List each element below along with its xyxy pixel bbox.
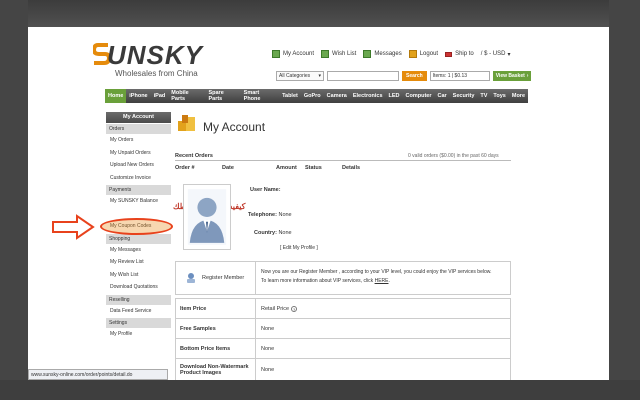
nav-item-tablet[interactable]: Tablet [279,89,301,103]
sidebar-item-my-sunsky-balance[interactable]: My SUNSKY Balance [106,195,171,208]
sunsky-logo[interactable]: UNSKY Wholesales from China [93,40,203,80]
chevron-down-icon: ▾ [507,51,511,58]
account-icon [272,50,280,58]
sidebar-item-my-unpaid-orders[interactable]: My Unpaid Orders [106,147,171,160]
col-details: Details [342,165,361,171]
sidebar-item-my-orders[interactable]: My Orders [106,134,171,147]
nav-item-computer[interactable]: Computer [403,89,435,103]
my-account-link[interactable]: My Account [272,50,314,58]
logout-link[interactable]: Logout [408,50,438,58]
wish-list-icon [321,50,330,58]
register-member-box: Register Member Now you are our Register… [175,261,511,295]
highlight-oval [100,218,173,235]
messages-icon [363,50,372,58]
desktop-frame-left [0,0,28,400]
sidebar-item-my-review-list[interactable]: My Review List [106,256,171,269]
sidebar-section-reselling: Reselling [106,293,171,305]
nav-item-car[interactable]: Car [435,89,450,103]
register-member-cell: Register Member [176,262,256,294]
flag-icon [445,51,453,57]
category-select[interactable]: All Categories ▾ [276,70,324,81]
recent-orders-heading: Recent Orders [175,153,213,159]
country-label: Country: [254,230,277,236]
vip-services-table: Item Price Retail Price? Free Samples No… [175,298,511,380]
wish-list-link[interactable]: Wish List [321,50,356,58]
table-row: Bottom Price Items None [176,339,510,359]
orders-count: 0 valid orders ($0.00) in the past 60 da… [408,153,499,159]
nav-item-security[interactable]: Security [450,89,478,103]
user-name-label: User Name: [250,187,281,193]
vip-info-link[interactable]: HERE [375,278,389,284]
logout-icon [408,50,417,58]
nav-item-ipad[interactable]: iPad [151,89,169,103]
sidebar-item-download-quotations[interactable]: Download Quotations [106,281,171,294]
col-date: Date [222,165,234,171]
desktop-frame-bottom [0,380,640,400]
nav-item-smart-phone[interactable]: Smart Phone [241,89,279,103]
browser-status-bar: www.sunsky-online.com/order/points/detai… [28,369,168,380]
search-button[interactable]: Search [402,70,427,81]
col-order: Order # [175,165,195,171]
sidebar-item-my-messages[interactable]: My Messages [106,244,171,257]
avatar[interactable] [183,184,231,250]
sidebar-item-my-profile[interactable]: My Profile [106,328,171,341]
orders-table-header: Order # Date Amount Status Details [175,165,511,174]
ship-to-selector[interactable]: Ship to [445,51,474,57]
currency-selector[interactable]: / $ - USD ▾ [481,51,511,58]
chevron-down-icon: ▾ [318,72,321,79]
browser-page: UNSKY Wholesales from China My Account W… [28,27,609,380]
nav-item-gopro[interactable]: GoPro [301,89,324,103]
account-box-icon [178,115,195,131]
view-basket-button[interactable]: View Basket › [492,70,532,81]
page-title: My Account [203,120,266,134]
chevron-right-icon: › [526,72,529,79]
nav-item-toys[interactable]: Toys [490,89,508,103]
nav-item-camera[interactable]: Camera [324,89,350,103]
desktop-frame-right [609,0,640,400]
nav-item-home[interactable]: Home [105,89,127,103]
sidebar-item-upload-new-orders[interactable]: Upload New Orders [106,159,171,172]
sidebar-section-orders: Orders [106,123,171,134]
search-input[interactable] [327,70,399,81]
sidebar-item-data-feed-service[interactable]: Data Feed Service [106,305,171,318]
sidebar-section-settings: Settings [106,317,171,328]
edit-profile-link[interactable]: [ Edit My Profile ] [280,245,318,251]
logo-tagline: Wholesales from China [115,69,198,78]
table-row: Item Price Retail Price? [176,299,510,319]
category-bar: Home iPhone iPad Mobile Parts Spare Parts Sma… [105,89,528,103]
nav-item-spare-parts[interactable]: Spare Parts [205,89,240,103]
top-nav: My Account Wish List Messages Logout Shi… [272,47,517,61]
country-value: None [278,230,292,236]
messages-link[interactable]: Messages [363,50,402,58]
nav-item-mobile-parts[interactable]: Mobile Parts [168,89,205,103]
logo-wordmark: UNSKY [107,40,204,70]
col-status: Status [305,165,322,171]
sidebar-section-payments: Payments [106,184,171,195]
sidebar-item-customize-invoice[interactable]: Customize Invoice [106,172,171,185]
sidebar-item-my-wish-list[interactable]: My Wish List [106,269,171,282]
cart-summary[interactable]: Items: 1 | $0.13 [429,70,490,81]
member-badge-icon [187,273,195,283]
col-amount: Amount [276,165,297,171]
sidebar-title: My Account [106,112,171,123]
divider [175,160,511,161]
telephone-value: None [278,212,292,218]
register-member-label: Register Member [202,275,245,281]
help-icon[interactable]: ? [291,305,298,312]
register-member-text: Now you are our Register Member , accord… [261,269,492,284]
table-row: Free Samples None [176,319,510,339]
nav-item-tv[interactable]: TV [477,89,490,103]
arrow-right-icon [52,214,95,240]
telephone-label: Telephone: [248,212,277,218]
nav-item-more[interactable]: More [509,89,528,103]
nav-item-electronics[interactable]: Electronics [350,89,386,103]
table-row: Download Non-Watermark Product Images No… [176,359,510,380]
search-row: All Categories ▾ Search Items: 1 | $0.13 … [276,70,532,81]
nav-item-iphone[interactable]: iPhone [126,89,150,103]
nav-item-led[interactable]: LED [386,89,403,103]
